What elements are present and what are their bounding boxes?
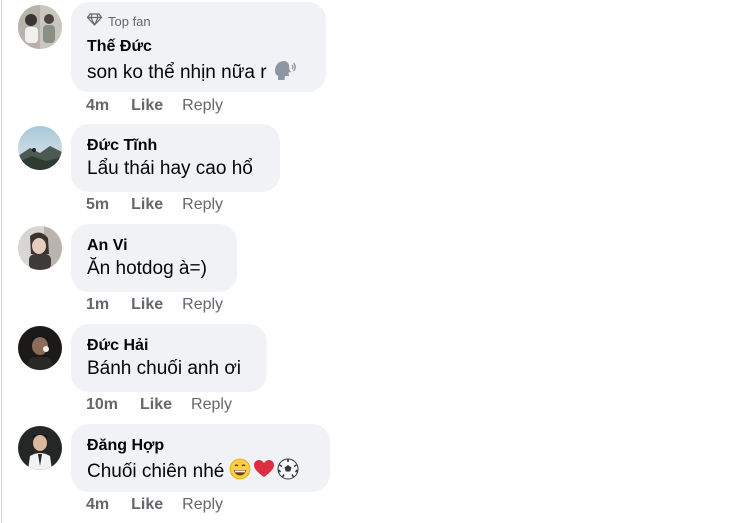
comments-panel: Top fan Thế Đức son ko thể nhịn nữa r 4m… (0, 0, 747, 523)
grinning-face-icon (229, 458, 251, 486)
comment-time[interactable]: 4m (86, 496, 109, 514)
avatar[interactable] (18, 126, 62, 170)
comment-text-row: Ăn hotdog à=) (87, 258, 207, 280)
reply-button[interactable]: Reply (182, 97, 223, 115)
comment-actions: 1m Like Reply (86, 296, 223, 314)
comment-text: son ko thể nhịn nữa r (87, 62, 267, 83)
comment-actions: 10m Like Reply (86, 396, 232, 414)
comment-text: Bánh chuối anh ơi (87, 358, 242, 379)
comment-text-row: Bánh chuối anh ơi (87, 358, 241, 380)
avatar[interactable] (18, 326, 62, 370)
comment-author[interactable]: Đức Hải (87, 337, 148, 355)
speaking-head-icon (272, 59, 296, 87)
reply-button[interactable]: Reply (182, 296, 223, 314)
comment-bubble: Đăng Hợp Chuối chiên nhé (71, 424, 330, 492)
comment-time[interactable]: 4m (86, 97, 109, 115)
diamond-icon (86, 13, 103, 29)
comment-actions: 4m Like Reply (86, 496, 223, 514)
comment-author[interactable]: Thế Đức (87, 38, 152, 56)
like-button[interactable]: Like (131, 196, 163, 214)
panel-divider (1, 0, 2, 523)
comment-author[interactable]: Đăng Hợp (87, 437, 164, 455)
comment-bubble: Đức Tĩnh Lẩu thái hay cao hổ (71, 124, 280, 192)
comment-time[interactable]: 5m (86, 196, 109, 214)
comment-text-row: Lẩu thái hay cao hổ (87, 158, 253, 180)
like-button[interactable]: Like (140, 396, 172, 414)
comment-time[interactable]: 10m (86, 396, 118, 414)
red-heart-icon (253, 458, 275, 486)
like-button[interactable]: Like (131, 97, 163, 115)
comment-author[interactable]: An Vi (87, 237, 128, 255)
comment-bubble: An Vi Ăn hotdog à=) (71, 224, 237, 292)
avatar[interactable] (18, 226, 62, 270)
reply-button[interactable]: Reply (191, 396, 232, 414)
badge-label: Top fan (108, 13, 151, 29)
comment-author[interactable]: Đức Tĩnh (87, 137, 157, 155)
comment-actions: 5m Like Reply (86, 196, 223, 214)
comment-text: Lẩu thái hay cao hổ (87, 158, 253, 179)
comment-time[interactable]: 1m (86, 296, 109, 314)
like-button[interactable]: Like (131, 296, 163, 314)
avatar[interactable] (18, 5, 62, 49)
reply-button[interactable]: Reply (182, 196, 223, 214)
comment-bubble: Đức Hải Bánh chuối anh ơi (71, 324, 267, 392)
comment-bubble: Top fan Thế Đức son ko thể nhịn nữa r (71, 2, 326, 92)
avatar[interactable] (18, 426, 62, 470)
top-fan-badge: Top fan (86, 13, 151, 29)
reply-button[interactable]: Reply (182, 496, 223, 514)
like-button[interactable]: Like (131, 496, 163, 514)
comment-text-row: Chuối chiên nhé (87, 458, 299, 486)
soccer-ball-icon (277, 458, 299, 486)
comment-actions: 4m Like Reply (86, 97, 223, 115)
comment-text: Chuối chiên nhé (87, 461, 225, 482)
comment-text-row: son ko thể nhịn nữa r (87, 59, 296, 87)
comment-text: Ăn hotdog à=) (87, 258, 207, 279)
